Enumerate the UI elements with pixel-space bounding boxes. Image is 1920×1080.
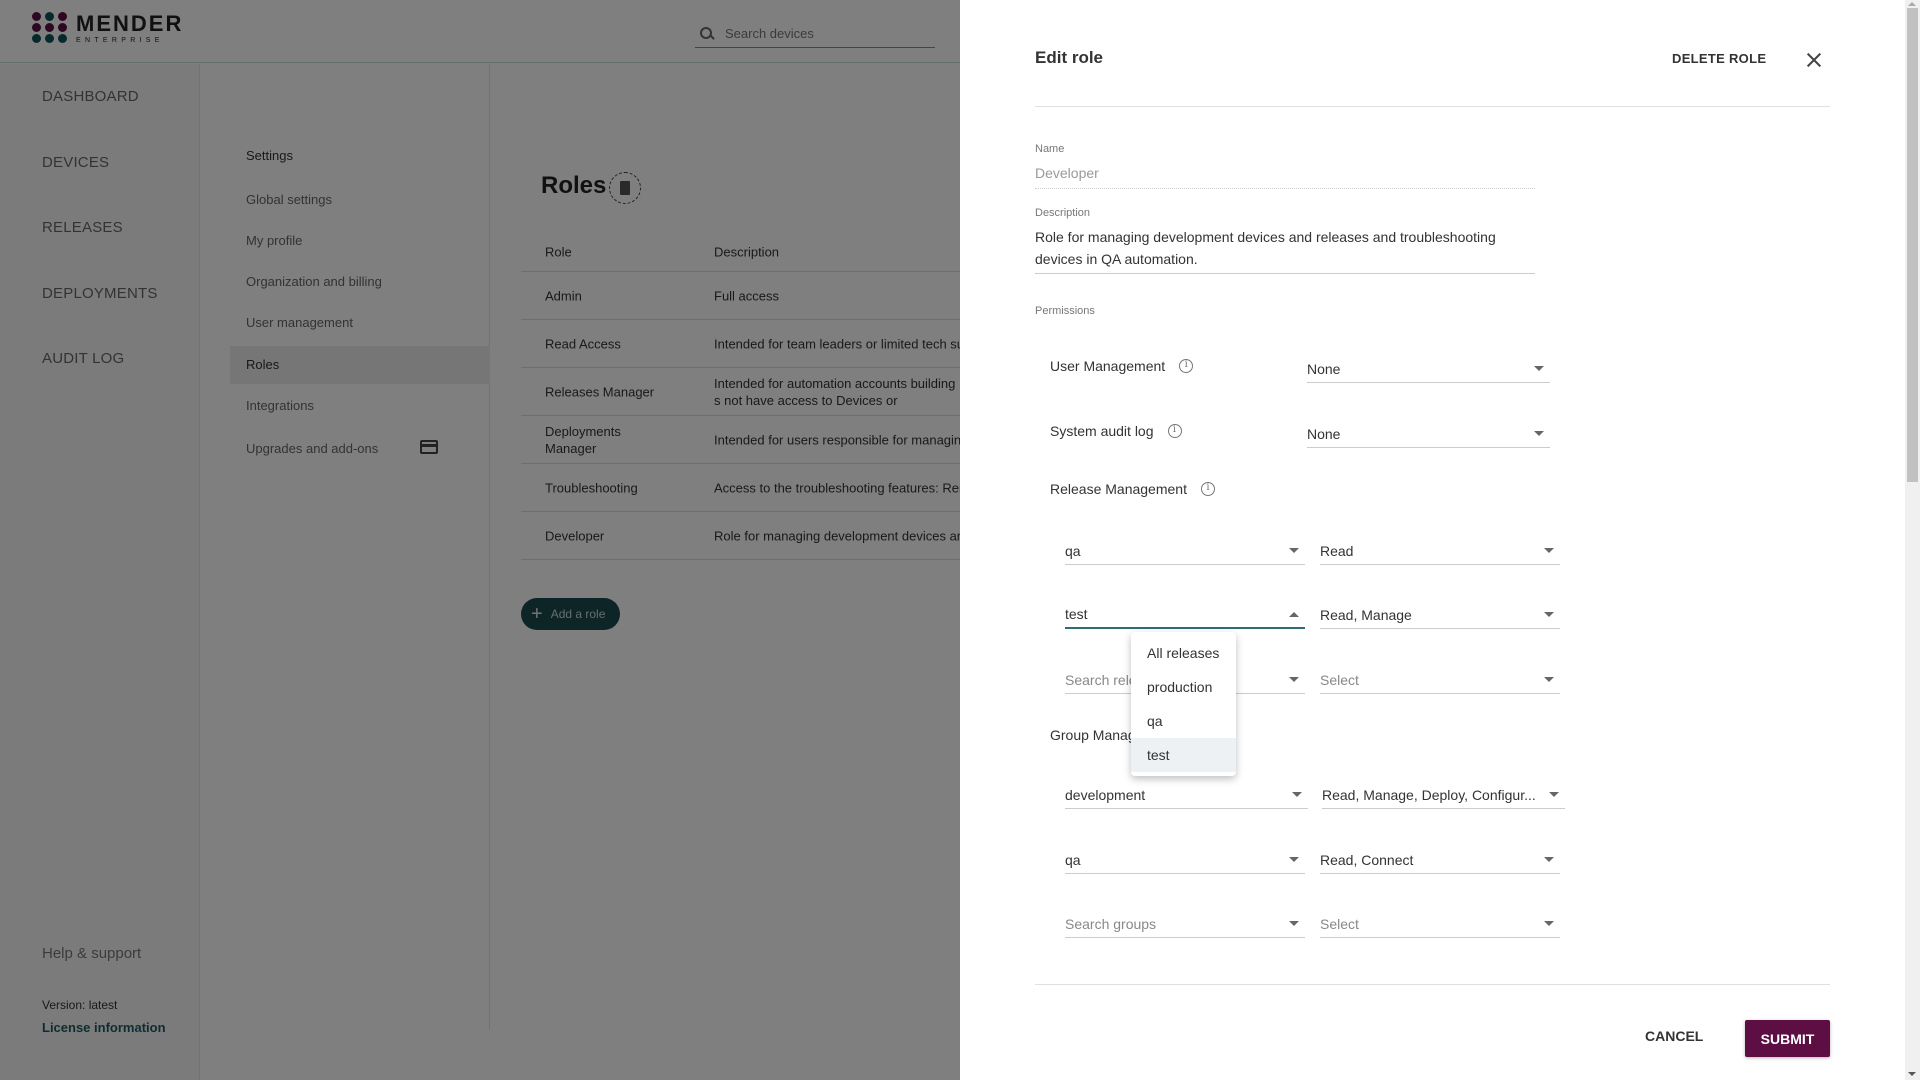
select-value: test [1065, 606, 1088, 622]
user-management-select[interactable]: None [1307, 355, 1550, 383]
chevron-down-icon [1549, 792, 1559, 797]
system-audit-log-label: System audit log [1050, 423, 1182, 439]
cancel-button[interactable]: CANCEL [1645, 1028, 1703, 1044]
release-permission-select[interactable]: Select [1320, 666, 1560, 694]
select-value: development [1065, 786, 1146, 803]
release-target-select-open[interactable]: test [1065, 601, 1305, 629]
chevron-down-icon [1544, 857, 1554, 862]
edit-role-drawer: Edit role DELETE ROLE Name Developer Des… [960, 0, 1920, 1080]
dropdown-option-selected[interactable]: test [1131, 738, 1236, 772]
chevron-down-icon [1544, 548, 1554, 553]
search-groups-input[interactable]: Search groups [1065, 910, 1305, 938]
user-management-text: User Management [1050, 358, 1166, 374]
select-value: Read, Manage [1320, 606, 1412, 623]
footer-divider [1035, 984, 1830, 985]
chevron-down-icon [1289, 921, 1299, 926]
select-value: qa [1065, 542, 1081, 559]
system-audit-log-text: System audit log [1050, 423, 1154, 439]
delete-role-button[interactable]: DELETE ROLE [1672, 51, 1766, 66]
chevron-down-icon [1289, 677, 1299, 682]
header-divider [1035, 106, 1830, 107]
description-field[interactable]: Role for managing development devices an… [1035, 226, 1535, 274]
release-permission-select[interactable]: Read, Manage [1320, 601, 1560, 629]
dropdown-option[interactable]: All releases [1131, 636, 1236, 670]
info-icon[interactable] [1167, 424, 1182, 438]
permissions-label: Permissions [1035, 305, 1095, 317]
drawer-title: Edit role [1035, 48, 1104, 67]
select-value: qa [1065, 851, 1081, 868]
chevron-down-icon [1534, 366, 1544, 371]
dropdown-option[interactable]: production [1131, 670, 1236, 704]
description-label: Description [1035, 207, 1091, 219]
chevron-down-icon [1289, 548, 1299, 553]
release-target-select[interactable]: qa [1065, 537, 1305, 565]
info-icon[interactable] [1179, 359, 1194, 373]
scroll-up-arrow-icon[interactable] [1908, 2, 1916, 6]
chevron-down-icon [1544, 612, 1554, 617]
select-value: Read, Connect [1320, 851, 1414, 868]
select-value: None [1307, 360, 1341, 377]
select-value: None [1307, 425, 1341, 442]
select-placeholder: Select [1320, 671, 1359, 688]
release-management-label: Release Management [1050, 481, 1215, 497]
name-label: Name [1035, 143, 1065, 155]
scroll-down-arrow-icon[interactable] [1908, 1072, 1916, 1076]
chevron-down-icon [1544, 921, 1554, 926]
group-target-select[interactable]: qa [1065, 846, 1305, 874]
chevron-down-icon [1292, 792, 1302, 797]
name-field: Developer [1035, 165, 1535, 189]
select-value: Read [1320, 542, 1354, 559]
user-management-label: User Management [1050, 358, 1194, 374]
select-value: Read, Manage, Deploy, Configur... [1322, 786, 1536, 803]
select-placeholder: Search groups [1065, 915, 1157, 932]
chevron-down-icon [1289, 857, 1299, 862]
chevron-down-icon [1544, 677, 1554, 682]
group-permission-select[interactable]: Read, Connect [1320, 846, 1560, 874]
release-management-text: Release Management [1050, 481, 1187, 497]
system-audit-log-select[interactable]: None [1307, 420, 1550, 448]
close-icon[interactable] [1803, 50, 1825, 72]
drawer-scrollbar[interactable] [1905, 0, 1920, 1080]
info-icon[interactable] [1200, 482, 1215, 496]
select-placeholder: Select [1320, 915, 1359, 932]
group-permission-select[interactable]: Select [1320, 910, 1560, 938]
release-options-dropdown: All releases production qa test [1131, 632, 1236, 776]
chevron-up-icon [1289, 611, 1299, 617]
group-target-select[interactable]: development [1065, 781, 1308, 809]
submit-button[interactable]: SUBMIT [1745, 1020, 1830, 1057]
chevron-down-icon [1534, 431, 1544, 436]
scrollbar-thumb[interactable] [1907, 8, 1918, 482]
dropdown-option[interactable]: qa [1131, 704, 1236, 738]
group-permission-select[interactable]: Read, Manage, Deploy, Configur... [1322, 781, 1565, 809]
release-permission-select[interactable]: Read [1320, 537, 1560, 565]
